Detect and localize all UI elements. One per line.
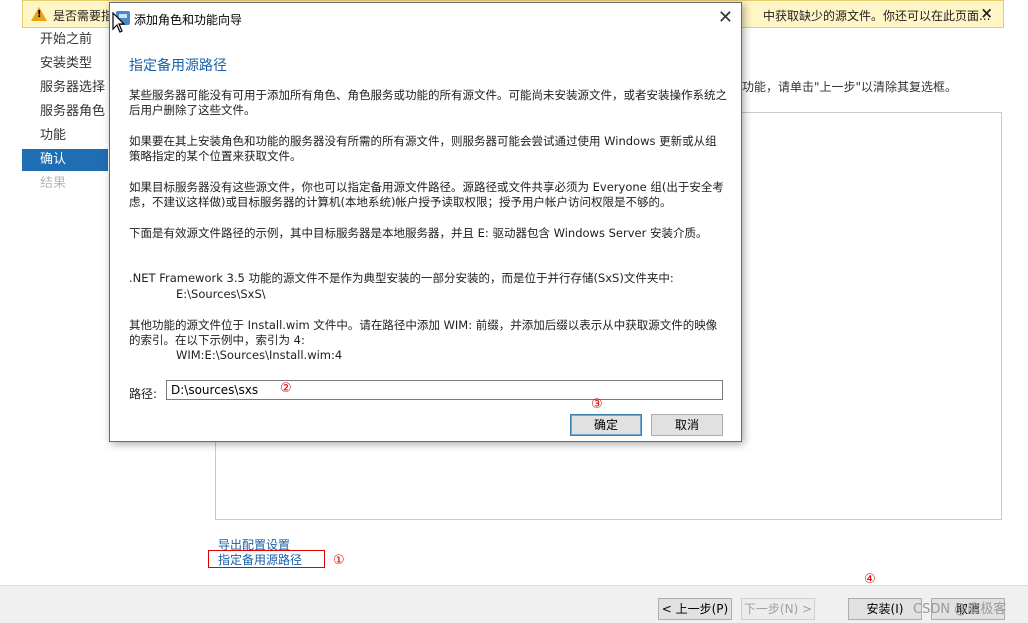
nav-item-results: 结果 bbox=[40, 176, 67, 191]
ok-button[interactable]: 确定 bbox=[570, 414, 642, 436]
path-label: 路径: bbox=[129, 387, 158, 401]
dialog-paragraph-5: .NET Framework 3.5 功能的源文件不是作为典型安装的一部分安装的… bbox=[129, 271, 674, 285]
annotation-box bbox=[208, 550, 325, 568]
warning-text-tail: 中获取缺少的源文件。你还可以在此页面... bbox=[763, 9, 991, 23]
path-input[interactable] bbox=[166, 380, 723, 400]
sxs-path-example: E:\Sources\SxS\ bbox=[176, 287, 266, 301]
nav-item-server-roles[interactable]: 服务器角色 bbox=[22, 101, 108, 123]
annotation-marker-1: ① bbox=[333, 553, 345, 568]
dialog-title: 添加角色和功能向导 bbox=[134, 13, 243, 27]
nav-item-before-you-begin[interactable]: 开始之前 bbox=[22, 29, 108, 51]
dialog-paragraph-1: 某些服务器可能没有可用于添加所有角色、角色服务或功能的所有源文件。可能尚未安装源… bbox=[129, 88, 727, 117]
watermark: CSDN @魔极客 bbox=[913, 602, 1007, 617]
dialog-paragraph-6: 其他功能的源文件位于 Install.wim 文件中。请在路径中添加 WIM: … bbox=[129, 318, 718, 347]
confirmation-description: 功能，请单击"上一步"以清除其复选框。 bbox=[742, 80, 958, 94]
dialog-paragraph-4: 下面是有效源文件路径的示例，其中目标服务器是本地服务器，并且 E: 驱动器包含 … bbox=[129, 226, 708, 240]
dialog-paragraph-3: 如果目标服务器没有这些源文件，你也可以指定备用源文件路径。源路径或文件共享必须为… bbox=[129, 180, 724, 209]
dialog-paragraph-2: 如果要在其上安装角色和功能的服务器没有所需的所有源文件，则服务器可能会尝试通过使… bbox=[129, 134, 717, 163]
wim-path-example: WIM:E:\Sources\Install.wim:4 bbox=[176, 348, 343, 362]
next-button: 下一步(N) > bbox=[741, 598, 815, 620]
install-button[interactable]: 安装(I) bbox=[848, 598, 922, 620]
dialog-close-icon[interactable]: ✕ bbox=[718, 7, 733, 28]
warning-close-button[interactable]: × bbox=[980, 4, 993, 22]
dialog-heading: 指定备用源路径 bbox=[129, 58, 227, 74]
mouse-pointer-icon bbox=[112, 12, 126, 33]
warning-text: 是否需要指 bbox=[53, 9, 114, 23]
annotation-marker-2: ② bbox=[280, 381, 292, 396]
alt-source-dialog: 添加角色和功能向导 ✕ 指定备用源路径 某些服务器可能没有可用于添加所有角色、角… bbox=[109, 2, 742, 442]
warning-icon bbox=[31, 7, 47, 21]
previous-button[interactable]: < 上一步(P) bbox=[658, 598, 732, 620]
bottom-button-bar: < 上一步(P) 下一步(N) > 安装(I) 取消 bbox=[0, 585, 1028, 623]
nav-item-server-selection[interactable]: 服务器选择 bbox=[22, 77, 108, 99]
nav-item-installation-type[interactable]: 安装类型 bbox=[22, 53, 108, 75]
nav-item-features[interactable]: 功能 bbox=[22, 125, 108, 147]
dialog-title-bar[interactable]: 添加角色和功能向导 ✕ bbox=[110, 3, 741, 33]
dialog-cancel-button[interactable]: 取消 bbox=[651, 414, 723, 436]
nav-item-confirmation[interactable]: 确认 bbox=[22, 149, 108, 171]
annotation-marker-3: ③ bbox=[591, 397, 603, 412]
